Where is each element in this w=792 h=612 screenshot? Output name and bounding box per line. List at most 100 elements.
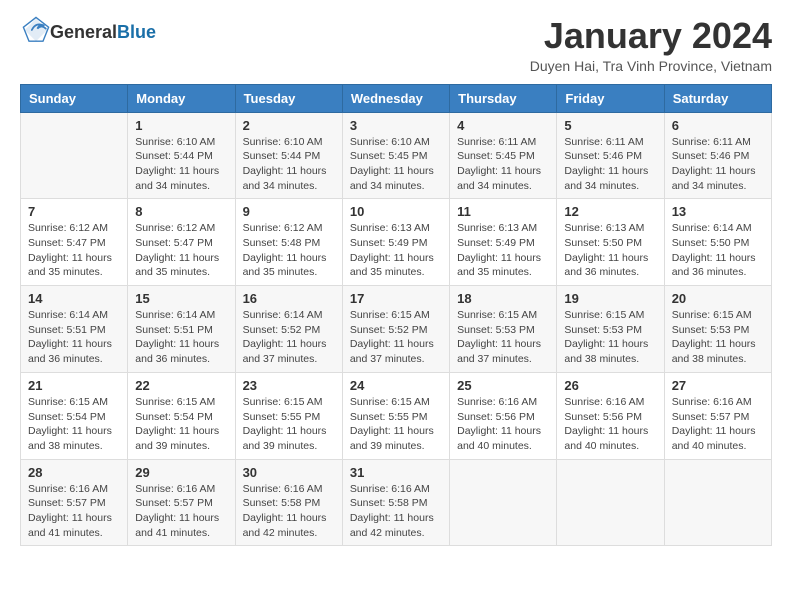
day-number: 10 — [350, 204, 442, 219]
month-title: January 2024 — [530, 16, 772, 56]
calendar-cell: 17 Sunrise: 6:15 AM Sunset: 5:52 PM Dayli… — [342, 286, 449, 373]
calendar-cell: 18 Sunrise: 6:15 AM Sunset: 5:53 PM Dayli… — [450, 286, 557, 373]
calendar-cell: 19 Sunrise: 6:15 AM Sunset: 5:53 PM Dayli… — [557, 286, 664, 373]
day-info: Sunrise: 6:12 AM Sunset: 5:47 PM Dayligh… — [135, 221, 227, 280]
day-info: Sunrise: 6:16 AM Sunset: 5:58 PM Dayligh… — [350, 482, 442, 541]
calendar-table: SundayMondayTuesdayWednesdayThursdayFrid… — [20, 84, 772, 547]
calendar-cell: 1Sunrise: 6:10 AM Sunset: 5:44 PM Daylig… — [128, 112, 235, 199]
calendar-cell: 31 Sunrise: 6:16 AM Sunset: 5:58 PM Dayli… — [342, 459, 449, 546]
weekday-header-saturday: Saturday — [664, 84, 771, 112]
day-info: Sunrise: 6:11 AM Sunset: 5:45 PM Dayligh… — [457, 135, 549, 194]
day-number: 9 — [243, 204, 335, 219]
calendar-cell: 16 Sunrise: 6:14 AM Sunset: 5:52 PM Dayli… — [235, 286, 342, 373]
calendar-week-5: 28 Sunrise: 6:16 AM Sunset: 5:57 PM Dayli… — [21, 459, 772, 546]
day-info: Sunrise: 6:11 AM Sunset: 5:46 PM Dayligh… — [564, 135, 656, 194]
calendar-header: SundayMondayTuesdayWednesdayThursdayFrid… — [21, 84, 772, 112]
day-info: Sunrise: 6:15 AM Sunset: 5:55 PM Dayligh… — [243, 395, 335, 454]
calendar-cell — [664, 459, 771, 546]
day-number: 13 — [672, 204, 764, 219]
calendar-cell: 3Sunrise: 6:10 AM Sunset: 5:45 PM Daylig… — [342, 112, 449, 199]
calendar-cell: 23 Sunrise: 6:15 AM Sunset: 5:55 PM Dayli… — [235, 372, 342, 459]
day-info: Sunrise: 6:10 AM Sunset: 5:44 PM Dayligh… — [243, 135, 335, 194]
calendar-cell: 9 Sunrise: 6:12 AM Sunset: 5:48 PM Daylig… — [235, 199, 342, 286]
day-number: 16 — [243, 291, 335, 306]
day-info: Sunrise: 6:15 AM Sunset: 5:55 PM Dayligh… — [350, 395, 442, 454]
calendar-cell: 7Sunrise: 6:12 AM Sunset: 5:47 PM Daylig… — [21, 199, 128, 286]
day-info: Sunrise: 6:16 AM Sunset: 5:56 PM Dayligh… — [564, 395, 656, 454]
day-info: Sunrise: 6:16 AM Sunset: 5:57 PM Dayligh… — [28, 482, 120, 541]
day-info: Sunrise: 6:14 AM Sunset: 5:52 PM Dayligh… — [243, 308, 335, 367]
day-info: Sunrise: 6:15 AM Sunset: 5:54 PM Dayligh… — [28, 395, 120, 454]
day-info: Sunrise: 6:15 AM Sunset: 5:53 PM Dayligh… — [457, 308, 549, 367]
day-number: 29 — [135, 465, 227, 480]
day-info: Sunrise: 6:10 AM Sunset: 5:45 PM Dayligh… — [350, 135, 442, 194]
day-number: 1 — [135, 118, 227, 133]
calendar-cell — [557, 459, 664, 546]
day-number: 20 — [672, 291, 764, 306]
calendar-cell: 21 Sunrise: 6:15 AM Sunset: 5:54 PM Dayli… — [21, 372, 128, 459]
logo-general-text: General — [50, 23, 117, 43]
calendar-week-1: 1 Sunrise: 6:10 AM Sunset: 5:44 PM Daylig… — [21, 112, 772, 199]
logo-blue-text: Blue — [117, 23, 156, 43]
day-info: Sunrise: 6:16 AM Sunset: 5:56 PM Dayligh… — [457, 395, 549, 454]
day-info: Sunrise: 6:13 AM Sunset: 5:49 PM Dayligh… — [350, 221, 442, 280]
calendar-cell — [21, 112, 128, 199]
day-number: 30 — [243, 465, 335, 480]
day-info: Sunrise: 6:15 AM Sunset: 5:52 PM Dayligh… — [350, 308, 442, 367]
logo-icon — [22, 16, 50, 44]
day-number: 4 — [457, 118, 549, 133]
calendar-cell: 25 Sunrise: 6:16 AM Sunset: 5:56 PM Dayli… — [450, 372, 557, 459]
calendar-week-2: 7 Sunrise: 6:12 AM Sunset: 5:47 PM Daylig… — [21, 199, 772, 286]
day-info: Sunrise: 6:14 AM Sunset: 5:51 PM Dayligh… — [28, 308, 120, 367]
day-number: 27 — [672, 378, 764, 393]
day-info: Sunrise: 6:14 AM Sunset: 5:51 PM Dayligh… — [135, 308, 227, 367]
calendar-cell: 11Sunrise: 6:13 AM Sunset: 5:49 PM Dayli… — [450, 199, 557, 286]
day-number: 5 — [564, 118, 656, 133]
day-info: Sunrise: 6:15 AM Sunset: 5:53 PM Dayligh… — [564, 308, 656, 367]
day-info: Sunrise: 6:16 AM Sunset: 5:57 PM Dayligh… — [135, 482, 227, 541]
calendar-cell: 29 Sunrise: 6:16 AM Sunset: 5:57 PM Dayli… — [128, 459, 235, 546]
calendar-cell — [450, 459, 557, 546]
day-number: 6 — [672, 118, 764, 133]
weekday-header-wednesday: Wednesday — [342, 84, 449, 112]
logo: General Blue — [20, 16, 156, 49]
day-number: 18 — [457, 291, 549, 306]
calendar-cell: 30Sunrise: 6:16 AM Sunset: 5:58 PM Dayli… — [235, 459, 342, 546]
location-subtitle: Duyen Hai, Tra Vinh Province, Vietnam — [530, 58, 772, 74]
calendar-cell: 8 Sunrise: 6:12 AM Sunset: 5:47 PM Daylig… — [128, 199, 235, 286]
weekday-row: SundayMondayTuesdayWednesdayThursdayFrid… — [21, 84, 772, 112]
day-number: 22 — [135, 378, 227, 393]
day-number: 19 — [564, 291, 656, 306]
calendar-cell: 22Sunrise: 6:15 AM Sunset: 5:54 PM Dayli… — [128, 372, 235, 459]
day-info: Sunrise: 6:11 AM Sunset: 5:46 PM Dayligh… — [672, 135, 764, 194]
calendar-week-3: 14 Sunrise: 6:14 AM Sunset: 5:51 PM Dayli… — [21, 286, 772, 373]
calendar-cell: 15 Sunrise: 6:14 AM Sunset: 5:51 PM Dayli… — [128, 286, 235, 373]
day-number: 26 — [564, 378, 656, 393]
day-number: 24 — [350, 378, 442, 393]
calendar-cell: 10 Sunrise: 6:13 AM Sunset: 5:49 PM Dayli… — [342, 199, 449, 286]
day-number: 15 — [135, 291, 227, 306]
day-number: 25 — [457, 378, 549, 393]
day-info: Sunrise: 6:16 AM Sunset: 5:57 PM Dayligh… — [672, 395, 764, 454]
day-number: 8 — [135, 204, 227, 219]
day-info: Sunrise: 6:12 AM Sunset: 5:48 PM Dayligh… — [243, 221, 335, 280]
calendar-cell: 14 Sunrise: 6:14 AM Sunset: 5:51 PM Dayli… — [21, 286, 128, 373]
weekday-header-sunday: Sunday — [21, 84, 128, 112]
day-number: 14 — [28, 291, 120, 306]
day-number: 17 — [350, 291, 442, 306]
calendar-cell: 13Sunrise: 6:14 AM Sunset: 5:50 PM Dayli… — [664, 199, 771, 286]
day-number: 21 — [28, 378, 120, 393]
calendar-cell: 12Sunrise: 6:13 AM Sunset: 5:50 PM Dayli… — [557, 199, 664, 286]
day-number: 31 — [350, 465, 442, 480]
weekday-header-tuesday: Tuesday — [235, 84, 342, 112]
title-block: January 2024 Duyen Hai, Tra Vinh Provinc… — [530, 16, 772, 74]
day-number: 28 — [28, 465, 120, 480]
day-number: 11 — [457, 204, 549, 219]
calendar-week-4: 21 Sunrise: 6:15 AM Sunset: 5:54 PM Dayli… — [21, 372, 772, 459]
weekday-header-friday: Friday — [557, 84, 664, 112]
page-header: General Blue January 2024 Duyen Hai, Tra… — [20, 16, 772, 74]
calendar-body: 1 Sunrise: 6:10 AM Sunset: 5:44 PM Daylig… — [21, 112, 772, 546]
calendar-cell: 2Sunrise: 6:10 AM Sunset: 5:44 PM Daylig… — [235, 112, 342, 199]
day-number: 23 — [243, 378, 335, 393]
day-number: 7 — [28, 204, 120, 219]
